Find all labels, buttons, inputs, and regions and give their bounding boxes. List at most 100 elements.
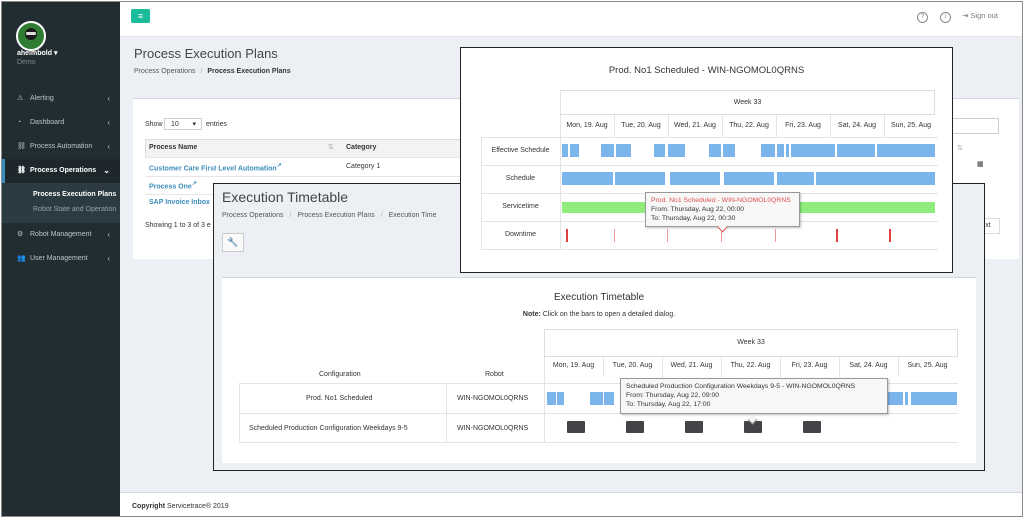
menu-toggle-button[interactable]: ≡ [131, 9, 150, 23]
downtime-mark[interactable] [775, 229, 776, 242]
sidebar-subitem-robot-state[interactable]: Robot State and Operation [2, 202, 120, 217]
downtime-mark[interactable] [889, 229, 891, 242]
schedule-bar[interactable] [670, 172, 720, 185]
execution-block[interactable] [803, 421, 821, 433]
calendar-icon[interactable]: ▦ [977, 160, 984, 168]
row-label: Schedule [505, 175, 536, 182]
dashboard-icon: ◔ [17, 119, 22, 126]
schedule-bar[interactable] [604, 392, 614, 405]
effective-schedule-bar[interactable] [791, 144, 835, 157]
sort-icon[interactable]: ⇅ [328, 143, 334, 151]
schedule-bar[interactable] [557, 392, 564, 405]
schedule-bar[interactable] [911, 392, 957, 405]
process-name: Customer Care First Level Automation [149, 165, 277, 173]
sidebar-item-label: Process Operations [30, 167, 97, 174]
effective-schedule-bar[interactable] [562, 144, 568, 157]
breadcrumb-item[interactable]: Process Operations [222, 212, 283, 219]
effective-schedule-bar[interactable] [723, 144, 735, 157]
prod-chart-window: Prod. No1 Scheduled - WIN-NGOMOL0QRNS We… [460, 47, 953, 273]
downtime-mark[interactable] [836, 229, 838, 242]
effective-schedule-bar[interactable] [877, 144, 935, 157]
page-title: Process Execution Plans [134, 46, 278, 61]
schedule-bar[interactable] [547, 392, 556, 405]
app-window: ahelmbold ▾ Demo ⚠ Alerting ‹ ◔ Dashboard ‹ … [1, 1, 1023, 517]
info-icon[interactable]: i [940, 12, 951, 23]
user-name[interactable]: ahelmbold ▾ [17, 49, 57, 57]
sidebar-item-label: Alerting [30, 95, 54, 102]
sidebar-item-user-management[interactable]: 👥 User Management ‹ [2, 247, 120, 271]
chevron-left-icon: ‹ [107, 230, 110, 239]
effective-schedule-bar[interactable] [709, 144, 721, 157]
schedule-bar[interactable] [905, 392, 908, 405]
execution-block[interactable] [626, 421, 644, 433]
avatar[interactable] [16, 21, 46, 51]
table-row-link[interactable]: Process One↗ [149, 181, 197, 190]
external-link-icon: ↗ [191, 181, 197, 187]
tooltip-to: To: Thursday, Aug 22, 17:00 [626, 401, 711, 408]
sign-out-button[interactable]: ⇥ Sign out [962, 11, 998, 20]
day-header: Fri, 23. Aug [791, 362, 828, 369]
schedule-bar[interactable] [777, 172, 814, 185]
row-label: Downtime [504, 231, 537, 238]
effective-schedule-bar[interactable] [601, 144, 614, 157]
effective-schedule-bar[interactable] [668, 144, 685, 157]
sidebar-item-dashboard[interactable]: ◔ Dashboard ‹ [2, 111, 120, 135]
schedule-bar[interactable] [562, 172, 613, 185]
sidebar-item-process-operations[interactable]: ⛓ Process Operations ⌄ [2, 159, 120, 183]
sitemap-icon: ⛓ [17, 143, 26, 150]
sidebar-subitem-process-execution-plans[interactable]: Process Execution Plans [2, 187, 120, 202]
breadcrumb-parent[interactable]: Process Operations [134, 68, 195, 75]
sidebar-item-process-automation[interactable]: ⛓ Process Automation ‹ [2, 135, 120, 159]
schedule-bar[interactable] [615, 172, 665, 185]
execution-block[interactable] [685, 421, 703, 433]
effective-schedule-bar[interactable] [654, 144, 665, 157]
effective-schedule-bar[interactable] [570, 144, 579, 157]
configuration-name[interactable]: Scheduled Production Configuration Weekd… [249, 425, 408, 432]
downtime-mark[interactable] [667, 229, 668, 242]
sidebar-item-alerting[interactable]: ⚠ Alerting ‹ [2, 87, 120, 111]
column-header-category[interactable]: Category [346, 144, 376, 151]
grid-line [884, 115, 885, 137]
sidebar-item-label: Robot Management [30, 231, 92, 238]
user-menu-caret-icon: ▾ [53, 50, 58, 57]
grid-line [560, 90, 561, 249]
effective-schedule-bar[interactable] [837, 144, 875, 157]
configuration-name[interactable]: Prod. No1 Scheduled [306, 395, 373, 402]
show-label: Show [145, 121, 163, 128]
help-icon[interactable]: ? [917, 12, 928, 23]
entries-select[interactable]: 10 ▾ [164, 118, 202, 130]
grid-line [481, 249, 938, 250]
grid-line [722, 115, 723, 137]
day-header: Sun, 25. Aug [890, 122, 932, 129]
grid-line [780, 357, 781, 377]
effective-schedule-bar[interactable] [777, 144, 784, 157]
grid-line [481, 137, 938, 138]
grid-line [603, 357, 604, 377]
effective-schedule-bar[interactable] [786, 144, 789, 157]
row-label: Effective Schedule [491, 147, 550, 154]
column-header-process-name[interactable]: Process Name [149, 144, 197, 151]
day-header: Sun, 25. Aug [907, 362, 948, 369]
grid-line [721, 357, 722, 377]
users-icon: 👥 [17, 255, 26, 262]
downtime-mark[interactable] [614, 229, 615, 242]
effective-schedule-bar[interactable] [761, 144, 775, 157]
sidebar-item-label: Dashboard [30, 119, 65, 126]
breadcrumb-item[interactable]: Process Execution Plans [297, 212, 374, 219]
sort-icon[interactable]: ⇅ [957, 144, 963, 152]
table-row-link[interactable]: Customer Care First Level Automation↗ [149, 163, 282, 172]
execution-block[interactable] [567, 421, 585, 433]
table-row-link[interactable]: SAP Invoice Inbox [149, 199, 210, 206]
grid-line [898, 357, 899, 377]
sidebar-item-label: User Management [30, 255, 88, 262]
sidebar-item-robot-management[interactable]: ⚙ Robot Management ‹ [2, 223, 120, 247]
schedule-bar[interactable] [590, 392, 603, 405]
schedule-bar[interactable] [816, 172, 935, 185]
execution-chart-title: Execution Timetable [553, 292, 645, 303]
effective-schedule-bar[interactable] [616, 144, 631, 157]
sidebar: ahelmbold ▾ Demo ⚠ Alerting ‹ ◔ Dashboard ‹ … [2, 2, 120, 516]
breadcrumb: Process Operations / Process Execution P… [134, 68, 291, 75]
wrench-icon[interactable]: 🔧 [222, 233, 244, 252]
downtime-mark[interactable] [566, 229, 568, 242]
schedule-bar[interactable] [724, 172, 774, 185]
